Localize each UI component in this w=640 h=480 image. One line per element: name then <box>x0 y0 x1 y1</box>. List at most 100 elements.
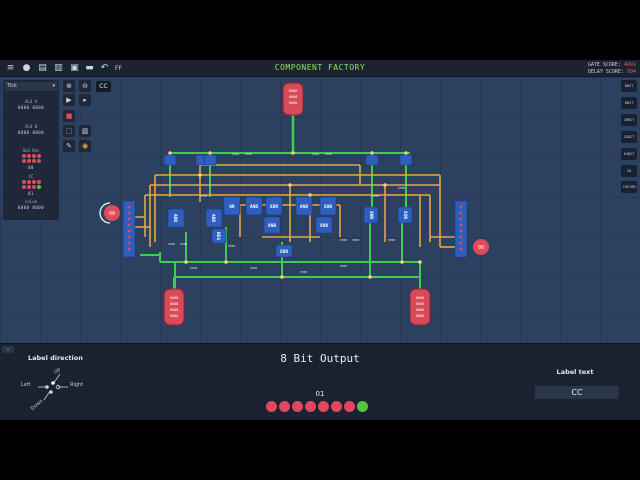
toolbox-custom[interactable]: CUSTOM <box>621 181 637 193</box>
delete-icon[interactable]: ▥ <box>79 125 91 137</box>
zoom-out-icon[interactable]: ⊖ <box>79 80 91 92</box>
circuit-canvas[interactable]: 0000 0000 0000 ADD ADD NEG OR AND XOR AN… <box>0 77 640 343</box>
chat-icon[interactable]: ● <box>20 62 33 75</box>
delay-score-label: DELAY SCORE: <box>587 69 624 75</box>
input-signals-panel: Tick ▾ ALU A 0000 0000 ALU B 0000 0000 A… <box>3 80 59 220</box>
chevron-down-icon: ▾ <box>52 83 55 89</box>
toolbox-8bit-alt[interactable]: 8BIT <box>621 97 637 109</box>
output-bit-6 <box>344 401 355 412</box>
zoom-in-icon[interactable]: ⊕ <box>63 80 75 92</box>
toolbox-16bit[interactable]: 16BIT <box>621 114 637 126</box>
pin-bits-label: 0000 <box>289 101 297 105</box>
gate-label: XOR <box>280 249 288 255</box>
gate-label: AND <box>250 204 258 210</box>
gate-label: XOR <box>320 223 328 229</box>
alu-b-label: ALU B <box>24 124 38 129</box>
save-icon[interactable]: ▣ <box>68 62 81 75</box>
wire-value-label: 0000 <box>398 186 405 190</box>
label-text-title: Label text <box>556 368 594 376</box>
component-name: 8 Bit Output <box>280 352 360 365</box>
toolbox-io[interactable]: IO <box>621 165 637 177</box>
alu-a-bits: 0000 0000 <box>17 105 45 110</box>
right-value-badge: 00 <box>473 239 489 255</box>
book-icon[interactable]: ▤ <box>36 62 49 75</box>
wire-value-label: 0000 <box>388 238 395 242</box>
alu-res-label: ALU Res <box>22 148 40 153</box>
tick-dropdown[interactable]: Tick ▾ <box>5 82 57 91</box>
gate-label: NEG <box>215 232 221 240</box>
undo-icon[interactable]: ↶ <box>98 62 111 75</box>
circuit-workspace[interactable]: 0000 0000 0000 ADD ADD NEG OR AND XOR AN… <box>0 77 640 343</box>
selected-label-chip[interactable]: CC <box>96 81 111 92</box>
output-bit-7 <box>357 401 368 412</box>
gate-label: ADD <box>172 214 178 222</box>
pin-bits-label: 0000 <box>170 296 178 300</box>
gate-label: OR <box>229 204 235 210</box>
pin-bits-label: 0000 <box>416 296 424 300</box>
alu-b-bits: 0000 0000 <box>17 130 45 135</box>
document-icon[interactable]: ▥ <box>52 62 65 75</box>
output-bit-4 <box>318 401 329 412</box>
fast-forward-button[interactable]: FF <box>112 62 125 75</box>
pin-bits-label: 0000 <box>416 314 424 318</box>
pin-bits-label: 0000 <box>416 302 424 306</box>
toolbox-64bit[interactable]: 64BIT <box>621 148 637 160</box>
alu-a-label: ALU A <box>24 99 38 104</box>
delay-score-value: 994 <box>626 69 636 75</box>
label-text-input[interactable] <box>535 386 619 399</box>
gate-score-label: GATE SCORE: <box>587 62 621 68</box>
tick-dropdown-value: Tick <box>7 83 17 89</box>
wire-value-label: 0000 <box>300 270 307 274</box>
output-bit-1 <box>279 401 290 412</box>
wire-value-label: 0000 <box>340 238 347 242</box>
direction-left-label: Left <box>21 382 31 388</box>
menu-icon[interactable]: ≡ <box>4 62 17 75</box>
pin-bits-label: 0000 <box>289 89 297 93</box>
keyboard-icon[interactable]: ▬ <box>83 62 96 75</box>
output-pin-left[interactable]: 0000 0000 0000 0000 <box>163 277 185 326</box>
wire-value-label: 0000 <box>340 264 347 268</box>
wire-value-label: 0000 <box>372 194 379 198</box>
wire-value-label: 0000 <box>250 266 257 270</box>
output-bit-2 <box>292 401 303 412</box>
wire-value-label: 0000 <box>168 242 175 246</box>
direction-option-left[interactable] <box>45 385 49 389</box>
direction-option-up[interactable] <box>51 381 55 385</box>
direction-right-label: Right <box>70 382 84 388</box>
component-properties-panel: ⌄ Label direction Left Right Up Down 8 B… <box>0 343 640 420</box>
toolbox-8bit[interactable]: 8BIT <box>621 80 637 92</box>
gate-label: XNR <box>368 211 374 219</box>
letterbox-bottom <box>0 420 640 480</box>
toolbox-32bit[interactable]: 32BIT <box>621 131 637 143</box>
stop-icon[interactable]: ■ <box>63 110 75 122</box>
level-title: COMPONENT FACTORY <box>274 63 366 72</box>
cc-value: 01 <box>28 191 34 196</box>
pin-bits-label: 0000 <box>289 95 297 99</box>
left-value-badge: 00 <box>99 202 120 224</box>
gate-label: XNR <box>268 223 276 229</box>
wire-value-label: 0000 <box>352 238 359 242</box>
switch-components[interactable] <box>163 154 413 166</box>
delay-score: DELAY SCORE: 994 <box>588 69 636 75</box>
color-picker-icon[interactable]: ◉ <box>79 140 91 152</box>
pin-bits-label: 0000 <box>416 308 424 312</box>
output-pin-right[interactable]: 0000 0000 0000 0000 <box>409 277 431 326</box>
gate-label: AND <box>300 204 308 210</box>
wire-value-label: 0000 <box>228 244 235 248</box>
pin-bits-label: 0000 <box>170 314 178 318</box>
gate-label: XOR <box>270 204 278 210</box>
pin-bits-label: 0000 <box>170 302 178 306</box>
step-icon[interactable]: ▸ <box>79 94 91 106</box>
output-bits <box>266 401 368 412</box>
wire-value-label: 0000 <box>325 152 332 156</box>
top-bar: ≡ ● ▤ ▥ ▣ ▬ ↶ FF COMPONENT FACTORY GATE … <box>0 60 640 77</box>
left-badge-value: 00 <box>109 211 115 217</box>
pencil-icon[interactable]: ✎ <box>63 140 75 152</box>
value-bits: 0000 0000 <box>17 205 45 210</box>
gate-label: ADD <box>210 214 216 222</box>
wire-value-label: 0000 <box>312 152 319 156</box>
select-icon[interactable]: ⬚ <box>63 125 75 137</box>
gate-label: XOR <box>402 211 408 219</box>
play-icon[interactable]: ▶ <box>63 94 75 106</box>
input-pin-top[interactable]: 0000 0000 0000 <box>282 82 304 153</box>
